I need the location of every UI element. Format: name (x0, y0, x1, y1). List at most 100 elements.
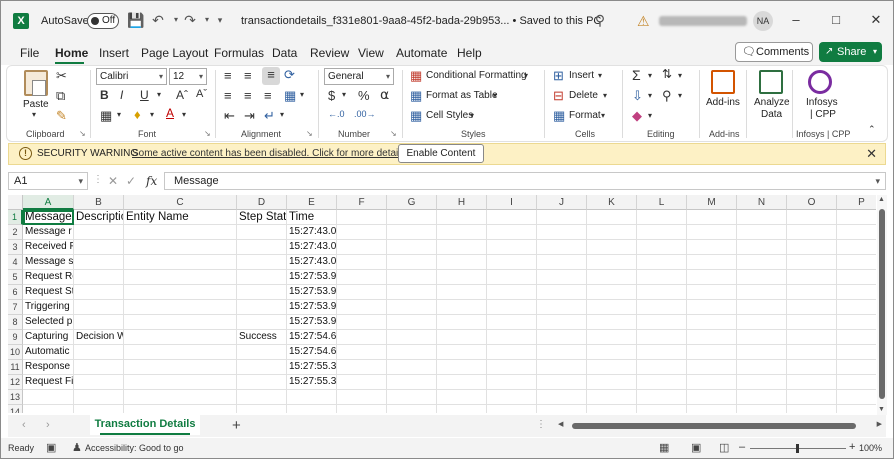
cell-l14[interactable] (637, 405, 687, 413)
cell-p7[interactable] (837, 300, 876, 315)
cell-d7[interactable] (237, 300, 287, 315)
cell-j7[interactable] (537, 300, 587, 315)
cell-m4[interactable] (687, 255, 737, 270)
cell-i10[interactable] (487, 345, 537, 360)
column-header-l[interactable]: L (637, 195, 687, 210)
cell-n12[interactable] (737, 375, 787, 390)
conditional-formatting-icon[interactable]: ▦ (410, 68, 422, 84)
cell-o10[interactable] (787, 345, 837, 360)
cell-n14[interactable] (737, 405, 787, 413)
analyze-data-icon[interactable] (759, 70, 783, 94)
cell-i5[interactable] (487, 270, 537, 285)
cell-h1[interactable] (437, 210, 487, 225)
cell-f10[interactable] (337, 345, 387, 360)
cell-i2[interactable] (487, 225, 537, 240)
cell-n10[interactable] (737, 345, 787, 360)
cell-a12[interactable]: Request Fi (23, 375, 74, 390)
conditional-formatting-button[interactable]: Conditional Formatting (426, 70, 527, 81)
cell-p3[interactable] (837, 240, 876, 255)
infosys-cpp-icon[interactable] (808, 70, 832, 94)
scroll-down-icon[interactable]: ▼ (878, 406, 885, 413)
warning-icon[interactable]: ⚠ (637, 13, 650, 30)
comma-style-icon[interactable]: ⍺ (380, 86, 389, 103)
cell-n2[interactable] (737, 225, 787, 240)
cell-d5[interactable] (237, 270, 287, 285)
align-right-icon[interactable]: ≡ (264, 88, 272, 103)
close-icon[interactable]: ✕ (866, 146, 877, 162)
column-header-c[interactable]: C (124, 195, 237, 210)
redo-icon[interactable]: ↷ (181, 11, 199, 29)
underline-icon[interactable]: U (140, 88, 149, 102)
security-warning-link[interactable]: Some active content has been disabled. C… (132, 148, 408, 159)
row-header-13[interactable]: 13 (8, 390, 23, 405)
cell-n11[interactable] (737, 360, 787, 375)
cell-g10[interactable] (387, 345, 437, 360)
chevron-down-icon[interactable]: ▾ (603, 91, 607, 100)
cell-b10[interactable] (74, 345, 124, 360)
cell-f4[interactable] (337, 255, 387, 270)
cell-m13[interactable] (687, 390, 737, 405)
cell-f7[interactable] (337, 300, 387, 315)
scroll-right-icon[interactable]: ▶ (877, 420, 882, 428)
cell-styles-button[interactable]: Cell Styles (426, 110, 473, 121)
close-icon[interactable]: ✕ (867, 11, 885, 29)
avatar[interactable]: NA (753, 11, 773, 31)
cell-n1[interactable] (737, 210, 787, 225)
cell-n9[interactable] (737, 330, 787, 345)
cell-a13[interactable] (23, 390, 74, 405)
tab-review[interactable]: Review (310, 46, 349, 60)
normal-view-icon[interactable]: ▦ (659, 441, 669, 454)
horizontal-scrollbar[interactable]: ◀ ▶ (556, 421, 884, 431)
cell-j3[interactable] (537, 240, 587, 255)
row-header-12[interactable]: 12 (8, 375, 23, 390)
cell-c13[interactable] (124, 390, 237, 405)
cell-o5[interactable] (787, 270, 837, 285)
cell-g6[interactable] (387, 285, 437, 300)
cell-n3[interactable] (737, 240, 787, 255)
decrease-indent-icon[interactable]: ⇤ (224, 108, 235, 124)
cell-a1[interactable]: Message (23, 210, 74, 225)
cell-g1[interactable] (387, 210, 437, 225)
cell-l9[interactable] (637, 330, 687, 345)
accessibility-status[interactable]: Accessibility: Good to go (85, 443, 184, 453)
cell-n6[interactable] (737, 285, 787, 300)
cell-p5[interactable] (837, 270, 876, 285)
row-header-5[interactable]: 5 (8, 270, 23, 285)
cell-e5[interactable]: 15:27:53.910 (287, 270, 337, 285)
cell-g9[interactable] (387, 330, 437, 345)
paste-icon[interactable] (24, 70, 48, 96)
cell-b1[interactable]: Descriptio (74, 210, 124, 225)
cell-k14[interactable] (587, 405, 637, 413)
borders-icon[interactable]: ▦ (100, 108, 112, 124)
cell-m1[interactable] (687, 210, 737, 225)
cell-k6[interactable] (587, 285, 637, 300)
column-header-p[interactable]: P (837, 195, 876, 210)
cell-g11[interactable] (387, 360, 437, 375)
cell-p11[interactable] (837, 360, 876, 375)
cell-e6[interactable]: 15:27:53.913 (287, 285, 337, 300)
cell-j11[interactable] (537, 360, 587, 375)
cell-k2[interactable] (587, 225, 637, 240)
cell-k4[interactable] (587, 255, 637, 270)
cell-b4[interactable] (74, 255, 124, 270)
fill-icon[interactable]: ⇩ (632, 88, 643, 104)
column-header-i[interactable]: I (487, 195, 537, 210)
undo-icon[interactable]: ↶ (149, 11, 167, 29)
zoom-out-icon[interactable]: – (739, 441, 745, 453)
cell-j1[interactable] (537, 210, 587, 225)
cell-k5[interactable] (587, 270, 637, 285)
cell-e2[interactable]: 15:27:43.071 (287, 225, 337, 240)
cell-d6[interactable] (237, 285, 287, 300)
alignment-launcher-icon[interactable]: ↘ (306, 129, 313, 138)
cell-f8[interactable] (337, 315, 387, 330)
row-header-7[interactable]: 7 (8, 300, 23, 315)
autosave-toggle[interactable]: Off (87, 13, 119, 29)
format-cells-button[interactable]: Format (569, 110, 601, 121)
format-painter-icon[interactable]: ✎ (56, 108, 67, 124)
customize-icon[interactable]: ▾ (211, 11, 229, 29)
cell-d12[interactable] (237, 375, 287, 390)
cell-j8[interactable] (537, 315, 587, 330)
infosys-line2[interactable]: | CPP (810, 109, 836, 120)
cell-d8[interactable] (237, 315, 287, 330)
fill-dropdown-icon[interactable]: ▾ (150, 110, 154, 119)
